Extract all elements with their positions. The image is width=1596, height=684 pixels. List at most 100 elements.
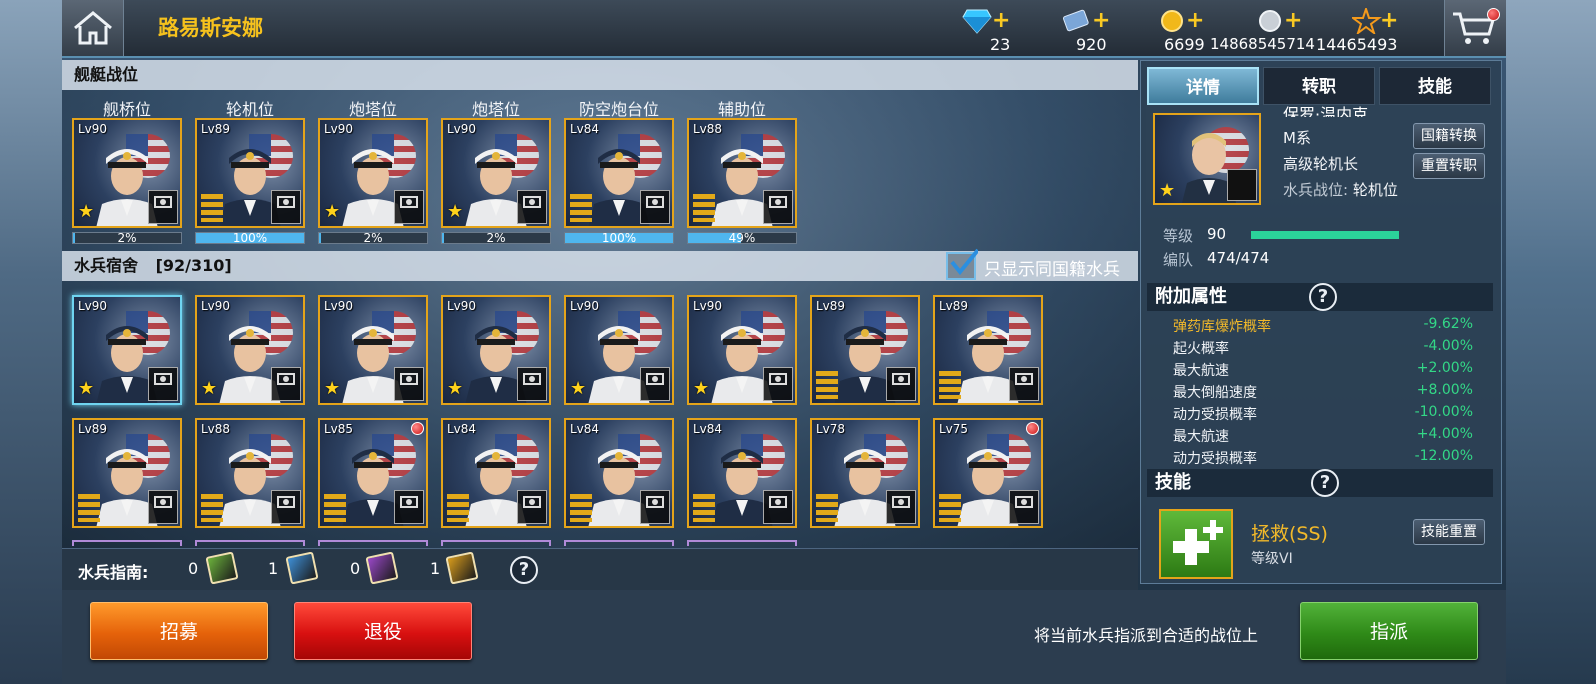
level-badge: Lv90 bbox=[78, 122, 108, 136]
tab-skills[interactable]: 技能 bbox=[1379, 67, 1491, 105]
green-book-icon[interactable] bbox=[205, 551, 239, 585]
sailor-title: 高级轮机长 bbox=[1283, 155, 1359, 173]
sailor-card[interactable]: Lv90 ★ bbox=[195, 295, 305, 405]
silver-coin-icon bbox=[1259, 10, 1281, 32]
silver-value: 14868545714 bbox=[1210, 35, 1315, 53]
rank-star-icon: ★ bbox=[324, 201, 341, 222]
sailor-card[interactable]: Lv88 bbox=[687, 118, 797, 228]
rank-star-icon: ★ bbox=[570, 378, 587, 399]
level-badge: Lv89 bbox=[816, 299, 846, 313]
berth-label: 防空炮台位 bbox=[578, 100, 659, 119]
sailor-card[interactable]: Lv90 ★ bbox=[441, 295, 551, 405]
level-bar bbox=[1251, 231, 1399, 239]
home-button[interactable] bbox=[62, 0, 124, 56]
tab-details[interactable]: 详情 bbox=[1147, 67, 1259, 105]
level-badge: Lv90 bbox=[324, 122, 354, 136]
sailor-card[interactable]: Lv89 bbox=[195, 118, 305, 228]
add-star-icon[interactable]: + bbox=[1380, 10, 1398, 32]
sailor-card[interactable]: Lv89 bbox=[933, 295, 1043, 405]
sailor-card[interactable]: Lv90 ★ bbox=[564, 295, 674, 405]
progress-text: 49% bbox=[728, 231, 756, 245]
nation-convert-button[interactable]: 国籍转换 bbox=[1413, 123, 1485, 149]
class-skill-icon bbox=[394, 367, 424, 401]
resource-diamond[interactable]: + 23 bbox=[962, 4, 1062, 54]
sailor-card[interactable]: Lv90 ★ bbox=[441, 118, 551, 228]
skill-name: 拯救(SS) bbox=[1251, 523, 1328, 545]
attribute-name: 起火概率 bbox=[1173, 341, 1229, 357]
rank-chevron-icon bbox=[324, 494, 346, 522]
notification-dot bbox=[1026, 422, 1039, 435]
attribute-value: +8.00% bbox=[1416, 382, 1473, 398]
sailor-card[interactable]: Lv78 bbox=[810, 418, 920, 528]
attribute-value: +4.00% bbox=[1416, 426, 1473, 442]
same-nation-checkbox[interactable] bbox=[946, 248, 978, 280]
class-skill-icon bbox=[640, 490, 670, 524]
diamond-icon bbox=[962, 9, 992, 34]
tab-transfer[interactable]: 转职 bbox=[1263, 67, 1375, 105]
sailor-card[interactable]: Lv89 bbox=[72, 418, 182, 528]
same-nation-label: 只显示同国籍水兵 bbox=[984, 260, 1120, 280]
add-diamond-icon[interactable]: + bbox=[992, 10, 1010, 32]
sailor-card[interactable]: Lv84 bbox=[564, 118, 674, 228]
blue-book-icon[interactable] bbox=[285, 551, 319, 585]
berth-label: 炮塔位 bbox=[471, 100, 520, 119]
class-skill-icon bbox=[763, 190, 793, 224]
sailor-card[interactable]: Lv89 bbox=[810, 295, 920, 405]
sailor-card[interactable]: Lv75 bbox=[933, 418, 1043, 528]
berth-progress-bar: 2% bbox=[318, 231, 428, 245]
guide-help-icon[interactable]: ? bbox=[510, 556, 538, 584]
resource-star[interactable]: + 14465493 bbox=[1316, 4, 1452, 54]
card-partial bbox=[687, 540, 797, 546]
attribute-name: 最大倒船速度 bbox=[1173, 385, 1257, 401]
purple-book-icon[interactable] bbox=[365, 551, 399, 585]
berth-label: 轮机位 bbox=[225, 100, 274, 119]
add-ticket-icon[interactable]: + bbox=[1092, 10, 1110, 32]
class-skill-icon bbox=[517, 190, 547, 224]
rank-chevron-icon bbox=[693, 194, 715, 222]
level-badge: Lv88 bbox=[693, 122, 723, 136]
dorm-count: [92/310] bbox=[155, 256, 232, 275]
sailor-card[interactable]: Lv90 ★ bbox=[318, 295, 428, 405]
progress-text: 100% bbox=[232, 231, 268, 245]
level-badge: Lv89 bbox=[939, 299, 969, 313]
skill-reset-button[interactable]: 技能重置 bbox=[1413, 519, 1485, 545]
retire-button[interactable]: 退役 bbox=[294, 602, 472, 660]
class-skill-icon bbox=[517, 490, 547, 524]
level-badge: Lv89 bbox=[201, 122, 231, 136]
attributes-help-icon[interactable]: ? bbox=[1309, 283, 1337, 311]
reset-class-button[interactable]: 重置转职 bbox=[1413, 153, 1485, 179]
sailor-card[interactable]: Lv88 bbox=[195, 418, 305, 528]
recruit-button[interactable]: 招募 bbox=[90, 602, 268, 660]
level-badge: Lv89 bbox=[78, 422, 108, 436]
gold-value: 6699 bbox=[1164, 35, 1205, 54]
sailor-card[interactable]: Lv84 bbox=[564, 418, 674, 528]
sailor-card[interactable]: Lv90 ★ bbox=[72, 295, 182, 405]
add-gold-icon[interactable]: + bbox=[1186, 10, 1204, 32]
sailor-card[interactable]: Lv90 ★ bbox=[318, 118, 428, 228]
shop-button[interactable] bbox=[1444, 0, 1506, 56]
class-skill-icon bbox=[1009, 367, 1039, 401]
sailor-card[interactable]: Lv85 bbox=[318, 418, 428, 528]
card-partial bbox=[195, 540, 305, 546]
rank-star-icon: ★ bbox=[1159, 180, 1176, 201]
sailor-card[interactable]: Lv90 ★ bbox=[72, 118, 182, 228]
detail-panel: 详情 转职 技能 ★ 保罗·温内克 M系 高级轮机长 水兵战位: 轮机位 国籍转… bbox=[1140, 60, 1502, 584]
skill-level: 等级VI bbox=[1251, 551, 1293, 567]
guide-count: 0 bbox=[188, 559, 199, 578]
sailor-card[interactable]: Lv84 bbox=[687, 418, 797, 528]
sailor-card[interactable]: Lv90 ★ bbox=[687, 295, 797, 405]
sailor-card[interactable]: Lv84 bbox=[441, 418, 551, 528]
skill-help-icon[interactable]: ? bbox=[1311, 469, 1339, 497]
assign-button[interactable]: 指派 bbox=[1300, 602, 1478, 660]
rescue-skill-icon[interactable] bbox=[1159, 509, 1233, 579]
level-badge: Lv90 bbox=[78, 299, 108, 313]
orange-book-icon[interactable] bbox=[445, 551, 479, 585]
berth-progress-bar: 100% bbox=[564, 231, 674, 245]
card-partial bbox=[72, 540, 182, 546]
add-silver-icon[interactable]: + bbox=[1284, 10, 1302, 32]
level-badge: Lv84 bbox=[570, 122, 600, 136]
level-badge: Lv85 bbox=[324, 422, 354, 436]
rank-star-icon: ★ bbox=[693, 378, 710, 399]
resource-ticket[interactable]: + 920 bbox=[1062, 4, 1162, 54]
class-skill-icon bbox=[763, 490, 793, 524]
